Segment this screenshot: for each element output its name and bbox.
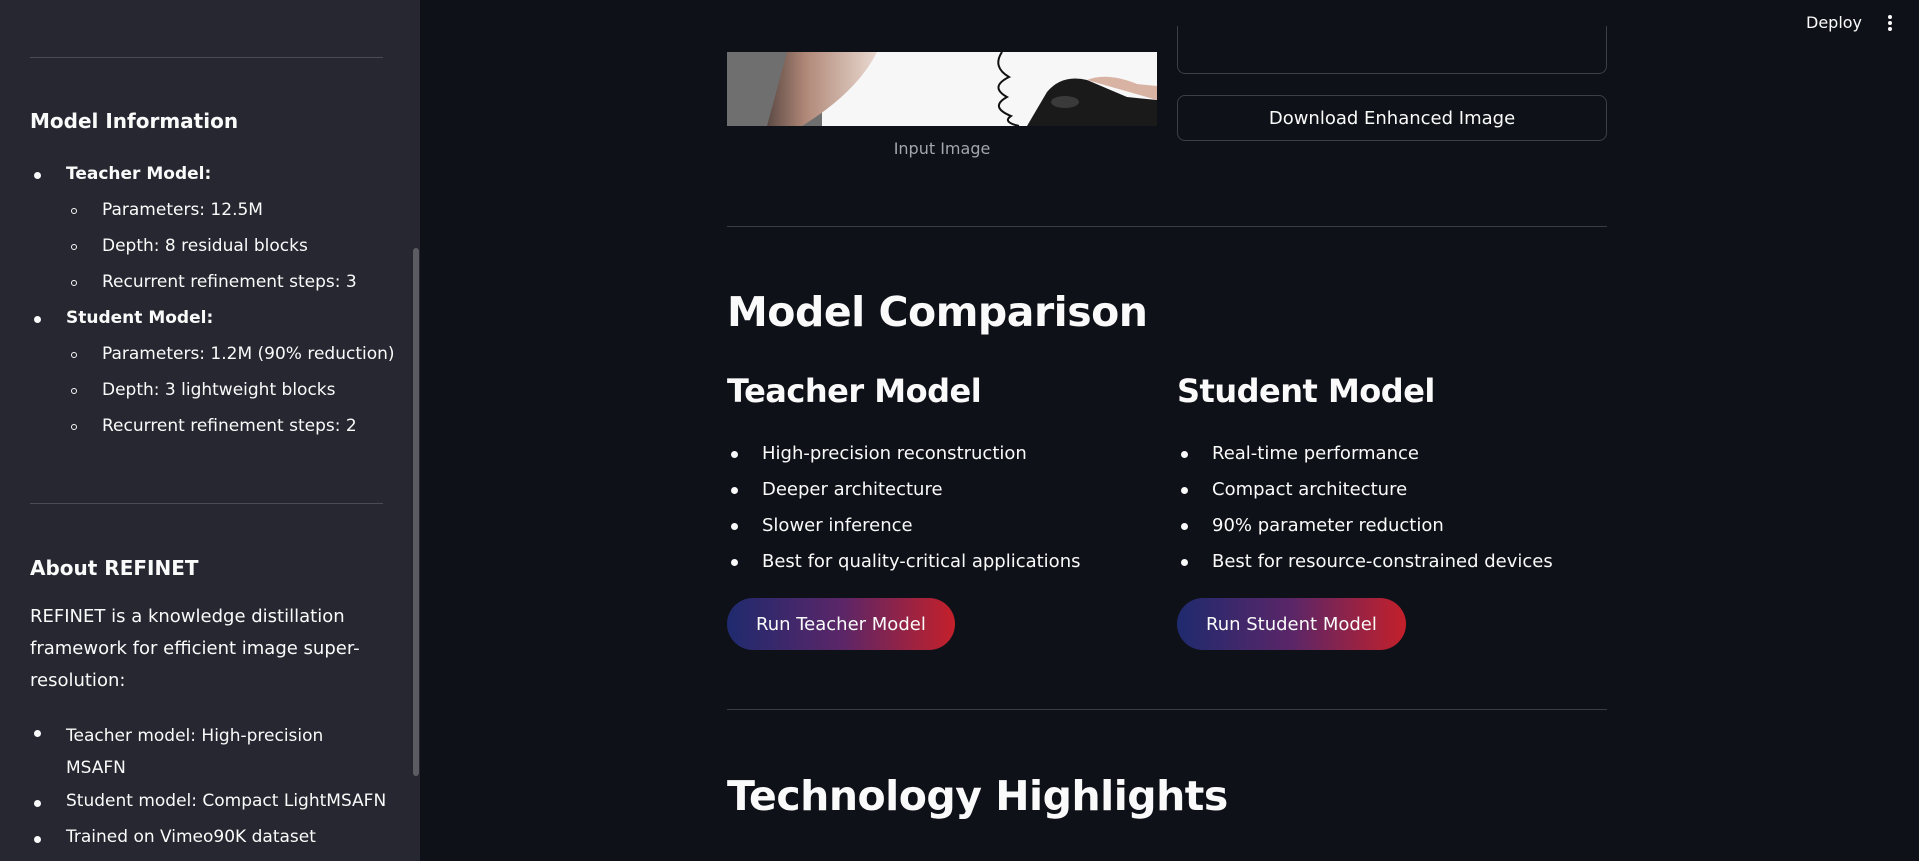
about-item-dataset: Trained on Vimeo90K dataset	[66, 827, 316, 847]
section-divider	[727, 709, 1607, 710]
bullet-icon	[731, 451, 738, 458]
section-divider	[727, 226, 1607, 227]
bullet-icon	[731, 559, 738, 566]
about-item-teacher: Teacher model: High-precision MSAFN	[66, 726, 324, 778]
bullet-icon	[34, 836, 41, 843]
circle-bullet-icon	[71, 424, 77, 430]
sidebar-scrollbar[interactable]	[413, 248, 419, 776]
more-options-icon[interactable]	[1886, 15, 1894, 35]
student-steps-item: Recurrent refinement steps: 2	[102, 416, 357, 436]
student-feature-item: 90% parameter reduction	[1212, 515, 1444, 536]
bullet-icon	[1181, 523, 1188, 530]
bullet-icon	[1181, 451, 1188, 458]
student-model-heading: Student Model	[1177, 372, 1435, 410]
run-student-model-button[interactable]: Run Student Model	[1177, 598, 1406, 650]
model-information-heading: Model Information	[30, 109, 239, 133]
teacher-depth-item: Depth: 8 residual blocks	[102, 236, 308, 256]
sidebar-divider	[30, 503, 383, 504]
download-enhanced-image-button[interactable]: Download Enhanced Image	[1177, 95, 1607, 141]
circle-bullet-icon	[71, 388, 77, 394]
teacher-feature-item: Best for quality-critical applications	[762, 551, 1081, 572]
circle-bullet-icon	[71, 208, 77, 214]
teacher-model-label: Teacher Model:	[66, 164, 212, 184]
student-feature-item: Compact architecture	[1212, 479, 1408, 500]
about-heading: About REFINET	[30, 556, 199, 580]
model-comparison-heading: Model Comparison	[727, 288, 1148, 336]
bullet-icon	[731, 523, 738, 530]
run-teacher-model-button[interactable]: Run Teacher Model	[727, 598, 955, 650]
teacher-param-item: Parameters: 12.5M	[102, 200, 263, 220]
input-image	[727, 52, 1157, 126]
sidebar: Model Information Teacher Model: Paramet…	[0, 0, 420, 861]
student-param-item: Parameters: 1.2M (90% reduction)	[102, 344, 395, 364]
bullet-icon	[34, 730, 41, 737]
student-depth-item: Depth: 3 lightweight blocks	[102, 380, 336, 400]
about-paragraph: REFINET is a knowledge distillation fram…	[30, 606, 360, 691]
about-item-student: Student model: Compact LightMSAFN	[66, 791, 387, 811]
bullet-icon	[34, 800, 41, 807]
teacher-steps-item: Recurrent refinement steps: 3	[102, 272, 357, 292]
input-image-photo	[727, 52, 1157, 126]
bullet-icon	[34, 172, 41, 179]
circle-bullet-icon	[71, 244, 77, 250]
teacher-feature-item: Slower inference	[762, 515, 913, 536]
technology-highlights-heading: Technology Highlights	[727, 772, 1228, 820]
circle-bullet-icon	[71, 280, 77, 286]
teacher-feature-item: High-precision reconstruction	[762, 443, 1027, 464]
student-feature-item: Real-time performance	[1212, 443, 1419, 464]
sidebar-divider	[30, 57, 383, 58]
teacher-feature-item: Deeper architecture	[762, 479, 943, 500]
student-feature-item: Best for resource-constrained devices	[1212, 551, 1553, 572]
bullet-icon	[1181, 487, 1188, 494]
circle-bullet-icon	[71, 352, 77, 358]
bullet-icon	[1181, 559, 1188, 566]
deploy-button[interactable]: Deploy	[1806, 13, 1862, 32]
input-image-caption: Input Image	[893, 139, 991, 158]
bullet-icon	[34, 316, 41, 323]
partial-button[interactable]	[1177, 26, 1607, 74]
teacher-model-heading: Teacher Model	[727, 372, 982, 410]
bullet-icon	[731, 487, 738, 494]
student-model-label: Student Model:	[66, 308, 214, 328]
